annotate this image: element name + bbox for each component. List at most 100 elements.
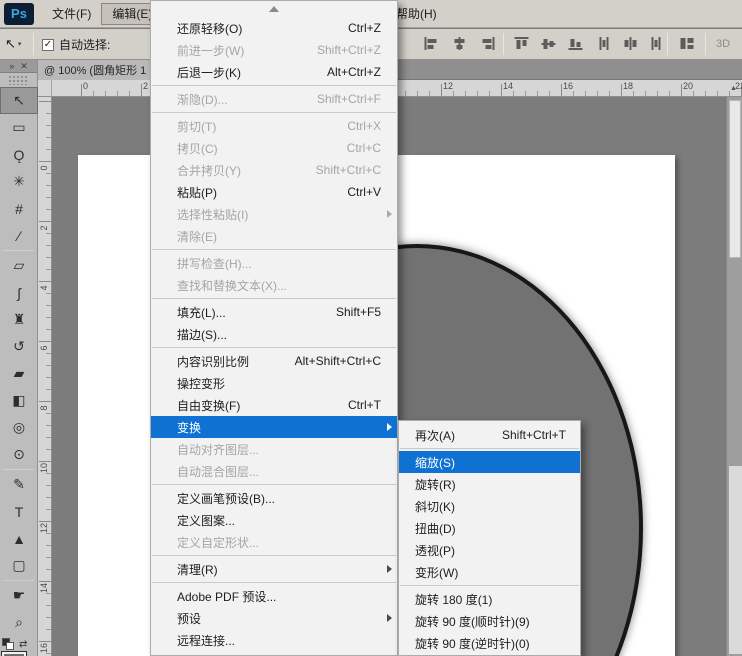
transform-submenu-item-7[interactable]: 变形(W): [399, 561, 580, 583]
vertical-scrollbar[interactable]: [726, 97, 742, 656]
edit-menu-item-shortcut: Shift+Ctrl+F: [317, 92, 381, 106]
transform-submenu-item-label: 扭曲(D): [415, 520, 566, 537]
vruler-number: 12: [39, 523, 49, 533]
transform-submenu-item-4[interactable]: 斜切(K): [399, 495, 580, 517]
edit-menu-item-label: 预设: [177, 610, 381, 627]
edit-menu-item-2[interactable]: 后退一步(K)Alt+Ctrl+Z: [151, 61, 397, 83]
transform-submenu-item-0[interactable]: 再次(A)Shift+Ctrl+T: [399, 424, 580, 446]
distribute-right-icon[interactable]: [647, 36, 665, 52]
transform-submenu-item-2[interactable]: 缩放(S): [399, 451, 580, 473]
zoom-tool[interactable]: ⌕: [0, 609, 38, 636]
edit-menu-item-label: 粘贴(P): [177, 184, 333, 201]
magic-wand-tool[interactable]: ✳: [0, 168, 38, 195]
healing-brush-tool[interactable]: ▱: [0, 252, 38, 279]
panel-grip[interactable]: [8, 75, 29, 85]
edit-menu-item-34[interactable]: 远程连接...: [151, 629, 397, 651]
eyedropper-tool[interactable]: ∕: [0, 222, 38, 249]
transform-submenu-item-10[interactable]: 旋转 90 度(顺时针)(9): [399, 610, 580, 632]
distribute-left-icon[interactable]: [597, 36, 615, 52]
edit-menu-item-9[interactable]: 粘贴(P)Ctrl+V: [151, 181, 397, 203]
color-swatches[interactable]: [2, 652, 36, 656]
tools-panel: » ✕ ↖▭Ǫ✳#∕ ▱ʃ♜↺▰◧◎⊙ ✎T▲▢ ☛⌕ ⇄: [0, 60, 38, 656]
transform-submenu-item-9[interactable]: 旋转 180 度(1): [399, 588, 580, 610]
edit-menu-item-0[interactable]: 还原轻移(O)Ctrl+Z: [151, 17, 397, 39]
auto-select-control: ✓ 自动选择:: [42, 36, 110, 53]
history-brush-tool[interactable]: ↺: [0, 333, 38, 360]
toolbar-divider: [3, 469, 34, 470]
hand-tool[interactable]: ☛: [0, 582, 38, 609]
brush-tool[interactable]: ʃ: [0, 279, 38, 306]
toolbar-divider: [3, 250, 34, 251]
auto-align-layers-icon[interactable]: [679, 36, 697, 52]
edit-menu-item-22[interactable]: 变换: [151, 416, 397, 438]
auto-select-label: 自动选择:: [59, 36, 110, 53]
transform-submenu-item-6[interactable]: 透视(P): [399, 539, 580, 561]
crop-tool[interactable]: #: [0, 195, 38, 222]
scroll-up-arrow-icon[interactable]: ▲: [730, 85, 737, 92]
edit-menu-item-27[interactable]: 定义图案...: [151, 509, 397, 531]
edit-menu-item-20[interactable]: 操控变形: [151, 372, 397, 394]
close-panel-icon[interactable]: ✕: [20, 61, 28, 72]
transform-submenu-item-label: 透视(P): [415, 542, 566, 559]
submenu-arrow-icon: [387, 210, 392, 218]
edit-menu-item-label: 查找和替换文本(X)...: [177, 277, 381, 294]
edit-menu-item-33[interactable]: 预设: [151, 607, 397, 629]
scroll-up-triangle-icon: [269, 6, 279, 12]
dodge-tool[interactable]: ⊙: [0, 441, 38, 468]
default-colors-icon[interactable]: [2, 638, 14, 650]
pen-tool[interactable]: ✎: [0, 471, 38, 498]
edit-menu-item-shortcut: Shift+Ctrl+Z: [317, 43, 381, 57]
rounded-rectangle-tool[interactable]: ▢: [0, 552, 38, 579]
collapse-panel-icon[interactable]: »: [9, 61, 14, 71]
edit-menu-item-7: 拷贝(C)Ctrl+C: [151, 137, 397, 159]
transform-submenu-item-label: 旋转 180 度(1): [415, 591, 566, 608]
edit-menu-item-19[interactable]: 内容识别比例Alt+Shift+Ctrl+C: [151, 350, 397, 372]
rectangular-marquee-tool[interactable]: ▭: [0, 114, 38, 141]
transform-submenu-item-label: 缩放(S): [415, 454, 566, 471]
edit-menu-item-16[interactable]: 填充(L)...Shift+F5: [151, 301, 397, 323]
foreground-color-swatch[interactable]: [2, 652, 26, 656]
menubar-item-0[interactable]: 文件(F): [42, 3, 101, 25]
edit-menu-item-8: 合并拷贝(Y)Shift+Ctrl+C: [151, 159, 397, 181]
scrollbar-thumb[interactable]: [729, 100, 741, 258]
edit-menu-item-label: 定义图案...: [177, 512, 381, 529]
edit-menu-item-shortcut: Ctrl+Z: [348, 21, 381, 35]
edit-menu-item-shortcut: Shift+F5: [336, 305, 381, 319]
photoshop-window: @ 100% (圆角矩形 1 02121416182022 0246810121…: [0, 0, 742, 656]
move-tool[interactable]: ↖: [0, 87, 38, 114]
transform-submenu-item-3[interactable]: 旋转(R): [399, 473, 580, 495]
align-left-edges-icon[interactable]: [423, 36, 441, 52]
edit-menu-item-32[interactable]: Adobe PDF 预设...: [151, 585, 397, 607]
edit-menu-item-4: 渐隐(D)...Shift+Ctrl+F: [151, 88, 397, 110]
blur-tool[interactable]: ◎: [0, 414, 38, 441]
clone-stamp-tool[interactable]: ♜: [0, 306, 38, 333]
edit-menu-item-label: Adobe PDF 预设...: [177, 588, 381, 605]
3d-mode-label[interactable]: 3D: [716, 38, 730, 50]
align-right-edges-icon[interactable]: [479, 36, 497, 52]
path-selection-tool[interactable]: ▲: [0, 525, 38, 552]
vruler-number: 0: [39, 163, 49, 173]
gradient-tool[interactable]: ◧: [0, 387, 38, 414]
auto-select-checkbox[interactable]: ✓: [42, 39, 54, 51]
transform-submenu-item-5[interactable]: 扭曲(D): [399, 517, 580, 539]
align-bottom-edges-icon[interactable]: [567, 36, 585, 52]
edit-menu-item-30[interactable]: 清理(R): [151, 558, 397, 580]
swap-colors-icon[interactable]: ⇄: [19, 639, 27, 650]
transform-submenu-item-11[interactable]: 旋转 90 度(逆时针)(0): [399, 632, 580, 654]
type-tool[interactable]: T: [0, 498, 38, 525]
align-vertical-centers-icon[interactable]: [540, 36, 558, 52]
edit-menu-item-26[interactable]: 定义画笔预设(B)...: [151, 487, 397, 509]
edit-menu-item-21[interactable]: 自由变换(F)Ctrl+T: [151, 394, 397, 416]
active-tool-chip[interactable]: ↖ ▾: [5, 33, 31, 55]
edit-menu-item-17[interactable]: 描边(S)...: [151, 323, 397, 345]
menu-scroll-up[interactable]: [151, 1, 397, 17]
distribute-horizontal-centers-icon[interactable]: [622, 36, 640, 52]
edit-menu-separator: [152, 555, 396, 556]
toolbar-divider: [3, 580, 34, 581]
align-top-edges-icon[interactable]: [513, 36, 531, 52]
edit-menu-item-24: 自动混合图层...: [151, 460, 397, 482]
lasso-tool[interactable]: Ǫ: [0, 141, 38, 168]
align-horizontal-centers-icon[interactable]: [451, 36, 469, 52]
eraser-tool[interactable]: ▰: [0, 360, 38, 387]
edit-menu-item-28: 定义自定形状...: [151, 531, 397, 553]
